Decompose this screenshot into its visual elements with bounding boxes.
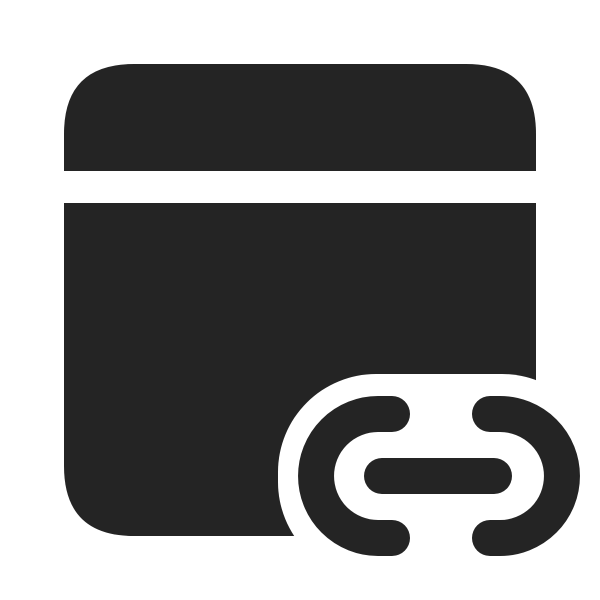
window-link-icon bbox=[64, 64, 580, 556]
icon-canvas bbox=[0, 0, 600, 600]
window-titlebar bbox=[64, 64, 536, 171]
